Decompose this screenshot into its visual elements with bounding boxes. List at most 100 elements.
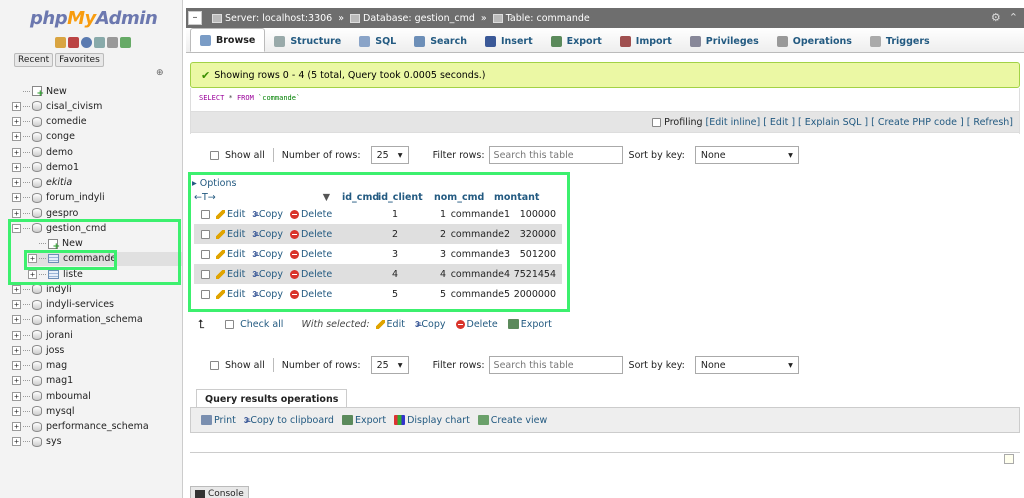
collapse-button[interactable]: – bbox=[188, 11, 202, 25]
gear-icon[interactable]: ⚙ bbox=[991, 11, 1001, 24]
create-view-button[interactable]: Create view bbox=[477, 415, 547, 426]
tab-import[interactable]: Import bbox=[611, 30, 681, 52]
expand-icon[interactable]: + bbox=[12, 437, 21, 447]
reload-icon[interactable] bbox=[120, 37, 131, 48]
recent-tab[interactable]: Recent bbox=[14, 53, 54, 67]
tab-privileges[interactable]: Privileges bbox=[681, 30, 768, 52]
export-button[interactable]: Export bbox=[341, 415, 386, 426]
tab-operations[interactable]: Operations bbox=[768, 30, 861, 52]
breadcrumb-table[interactable]: Table: commande bbox=[506, 13, 590, 24]
profiling-checkbox[interactable] bbox=[652, 117, 662, 127]
sidebar-item[interactable]: + demo1 bbox=[12, 160, 79, 174]
expand-icon[interactable]: + bbox=[12, 147, 21, 157]
expand-icon[interactable]: + bbox=[12, 208, 21, 218]
tab-structure[interactable]: Structure bbox=[265, 30, 350, 52]
sort-key-select-bottom[interactable]: None ▾ bbox=[694, 356, 799, 374]
sidebar-item[interactable]: + demo bbox=[12, 145, 73, 159]
expand-icon[interactable]: + bbox=[12, 422, 21, 431]
sidebar-item[interactable]: + forum_indyli bbox=[12, 191, 105, 205]
bulk-delete-button[interactable]: Delete bbox=[455, 319, 498, 330]
explain-sql-link[interactable]: [ Explain SQL ] bbox=[798, 117, 868, 128]
sidebar-item[interactable]: + ekitia bbox=[12, 176, 72, 190]
tab-triggers[interactable]: Triggers bbox=[861, 30, 939, 52]
tab-insert[interactable]: Insert bbox=[476, 30, 542, 52]
expand-icon[interactable]: + bbox=[12, 178, 21, 187]
breadcrumb-database[interactable]: Database: gestion_cmd bbox=[363, 13, 475, 24]
expand-icon[interactable]: + bbox=[12, 162, 21, 172]
tab-export[interactable]: Export bbox=[542, 30, 611, 52]
expand-icon[interactable]: + bbox=[12, 345, 21, 355]
check-all-link[interactable]: Check all bbox=[240, 319, 283, 330]
sql-query[interactable]: SELECT * FROM `commande` bbox=[199, 94, 300, 102]
expand-icon[interactable]: + bbox=[12, 376, 21, 386]
display-chart-button[interactable]: Display chart bbox=[394, 415, 470, 426]
expand-icon[interactable]: + bbox=[12, 193, 21, 203]
sidebar-item[interactable]: + comedie bbox=[12, 115, 87, 129]
show-all-checkbox-bottom[interactable] bbox=[210, 360, 219, 370]
sidebar-item[interactable]: + jorani bbox=[12, 328, 73, 342]
num-rows-select-bottom[interactable]: 25 ▾ bbox=[370, 356, 409, 374]
link-icon[interactable]: ⊕ bbox=[156, 68, 164, 78]
favorites-tab[interactable]: Favorites bbox=[55, 53, 104, 67]
tab-search[interactable]: Search bbox=[405, 30, 476, 52]
copy-clipboard-button[interactable]: 3̶ͤ Copy to clipboard bbox=[244, 415, 334, 426]
sidebar-item[interactable]: + indyli-services bbox=[12, 298, 114, 312]
tab-sql[interactable]: SQL bbox=[350, 30, 405, 52]
print-button[interactable]: Print bbox=[201, 415, 236, 426]
sidebar-item[interactable]: + mag bbox=[12, 359, 67, 373]
sidebar-item[interactable]: + performance_schema bbox=[12, 420, 149, 434]
sidebar-item[interactable]: + mysql bbox=[12, 404, 75, 418]
collapse-up-icon[interactable]: ⌃ bbox=[1009, 11, 1018, 24]
edit-inline-link[interactable]: [Edit inline] bbox=[706, 117, 761, 128]
insert-icon bbox=[485, 35, 496, 47]
expand-icon[interactable]: + bbox=[12, 391, 21, 401]
breadcrumb-bar: – Server: localhost:3306 » Database: ges… bbox=[186, 8, 1024, 28]
expand-icon[interactable]: + bbox=[12, 132, 21, 142]
filter-rows-input[interactable]: Search this table bbox=[488, 146, 623, 164]
show-all-checkbox[interactable] bbox=[210, 150, 219, 160]
print-icon bbox=[201, 415, 212, 425]
sidebar-item[interactable]: + gespro bbox=[12, 206, 78, 220]
success-message: ✔ Showing rows 0 - 4 (5 total, Query too… bbox=[190, 62, 1020, 88]
refresh-link[interactable]: [ Refresh] bbox=[967, 117, 1013, 128]
sidebar-item[interactable]: + sys bbox=[12, 435, 62, 449]
sidebar-item[interactable]: + cisal_civism bbox=[12, 99, 102, 113]
phpmyadmin-logo[interactable]: phpMyAdmin bbox=[30, 8, 158, 29]
docs-icon[interactable] bbox=[94, 37, 105, 48]
console-tab[interactable]: Console bbox=[190, 486, 249, 498]
tab-browse[interactable]: Browse bbox=[190, 28, 266, 52]
bulk-edit-button[interactable]: Edit bbox=[375, 319, 405, 330]
bulk-export-button[interactable]: Export bbox=[507, 319, 552, 330]
home-icon[interactable] bbox=[55, 37, 66, 48]
database-icon bbox=[32, 406, 42, 417]
sidebar-item[interactable]: + information_schema bbox=[12, 313, 143, 327]
bulk-copy-button[interactable]: 3̶ͤ Copy bbox=[415, 319, 446, 330]
sidebar-item[interactable]: New bbox=[12, 84, 67, 99]
expand-icon[interactable]: + bbox=[12, 361, 21, 370]
expand-icon[interactable]: + bbox=[12, 406, 21, 416]
database-icon bbox=[32, 391, 42, 401]
expand-icon[interactable]: + bbox=[12, 315, 21, 325]
expand-icon[interactable]: + bbox=[12, 101, 21, 111]
expand-icon[interactable]: + bbox=[12, 284, 21, 294]
logout-icon[interactable] bbox=[68, 37, 79, 48]
edit-link[interactable]: [ Edit ] bbox=[763, 117, 795, 128]
num-rows-select[interactable]: 25 ▾ bbox=[370, 146, 409, 164]
sidebar-item-label: mag bbox=[46, 360, 68, 371]
sidebar-item[interactable]: + conge bbox=[12, 130, 75, 144]
filter-rows-input-bottom[interactable]: Search this table bbox=[488, 356, 623, 374]
sidebar-item[interactable]: + mag1 bbox=[12, 374, 73, 388]
sort-key-select[interactable]: None ▾ bbox=[694, 146, 799, 164]
expand-icon[interactable]: + bbox=[12, 117, 21, 126]
operations-icon bbox=[776, 35, 788, 47]
create-php-link[interactable]: [ Create PHP code ] bbox=[871, 117, 964, 128]
sidebar-item[interactable]: + joss bbox=[12, 343, 64, 357]
page-icon[interactable] bbox=[1004, 454, 1014, 464]
expand-icon[interactable]: + bbox=[12, 330, 21, 340]
check-all-checkbox[interactable] bbox=[225, 319, 235, 329]
settings-icon[interactable] bbox=[107, 37, 118, 48]
breadcrumb-server[interactable]: Server: localhost:3306 bbox=[225, 13, 332, 24]
help-icon[interactable] bbox=[81, 37, 92, 48]
sidebar-item[interactable]: + mboumal bbox=[12, 389, 91, 403]
expand-icon[interactable]: + bbox=[12, 300, 21, 309]
